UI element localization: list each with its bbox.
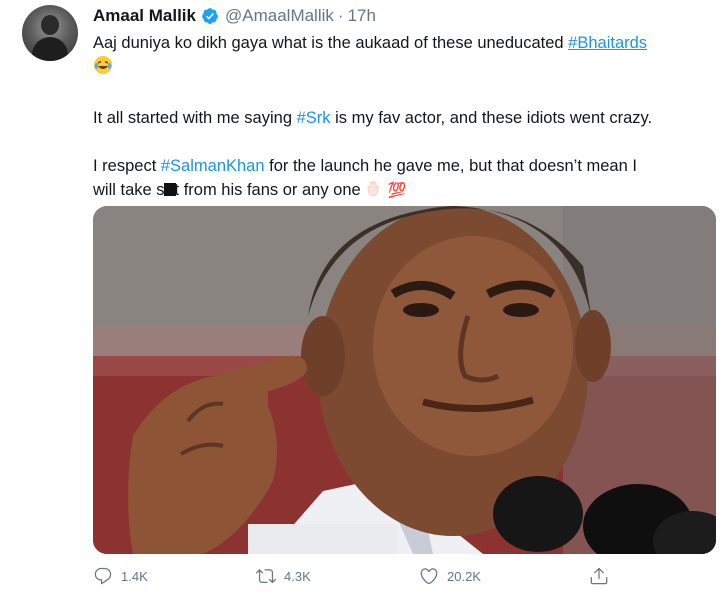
line4-part-b: t from his fans or any one (174, 181, 361, 199)
avatar-head (41, 15, 59, 35)
tweet-line-1b (93, 55, 718, 82)
like-count: 20.2K (447, 568, 481, 584)
avatar[interactable] (22, 5, 78, 61)
author-handle[interactable]: @AmaalMallik (225, 6, 334, 26)
tweet-line-2: It all started with me saying #Srk is my… (93, 106, 718, 130)
laughing-emoji-icon (93, 55, 113, 82)
heart-icon (419, 566, 439, 586)
raised-hand-emoji-icon (365, 180, 383, 205)
share-button[interactable] (589, 566, 609, 586)
tweet-line-4: will take s t from his fans or any one 💯 (93, 178, 718, 205)
tweet-text: Aaj duniya ko dikh gaya what is the auka… (93, 31, 718, 205)
avatar-body (32, 37, 68, 61)
separator-dot: · (337, 6, 344, 25)
line3-prefix: I respect (93, 157, 161, 175)
share-icon (589, 566, 609, 586)
verified-badge-icon (201, 7, 219, 25)
line2-prefix: It all started with me saying (93, 109, 297, 127)
line3-suffix: for the launch he gave me, but that does… (264, 157, 637, 175)
author-name[interactable]: Amaal Mallik (93, 6, 196, 26)
reply-button[interactable]: 1.4K (93, 566, 148, 586)
line1-text: Aaj duniya ko dikh gaya what is the auka… (93, 34, 569, 52)
tweet-line-3: I respect #SalmanKhan for the launch he … (93, 154, 718, 178)
paragraph-gap-2 (93, 130, 718, 154)
hashtag-bhaitards[interactable]: #Bhaitards (568, 34, 647, 52)
reply-icon (93, 566, 113, 586)
like-button[interactable]: 20.2K (419, 566, 481, 586)
retweet-count: 4.3K (284, 568, 311, 584)
tweet-header: Amaal Mallik @AmaalMallik · 17h (93, 6, 376, 26)
line2-suffix: is my fav actor, and these idiots went c… (330, 109, 653, 127)
hashtag-salmankhan[interactable]: #SalmanKhan (161, 157, 265, 175)
hundred-emoji-icon: 💯 (387, 182, 407, 199)
tweet-actions: 1.4K 4.3K 20.2K (93, 566, 613, 586)
tweet-image[interactable] (93, 206, 716, 554)
hashtag-srk[interactable]: #Srk (297, 109, 331, 127)
tweet-time[interactable]: 17h (348, 6, 376, 26)
tweet-line-1: Aaj duniya ko dikh gaya what is the auka… (93, 31, 718, 55)
obama-photo (93, 206, 716, 554)
retweet-button[interactable]: 4.3K (256, 566, 311, 586)
reply-count: 1.4K (121, 568, 148, 584)
line4-part-a: will take s (93, 181, 165, 199)
retweet-icon (256, 566, 276, 586)
